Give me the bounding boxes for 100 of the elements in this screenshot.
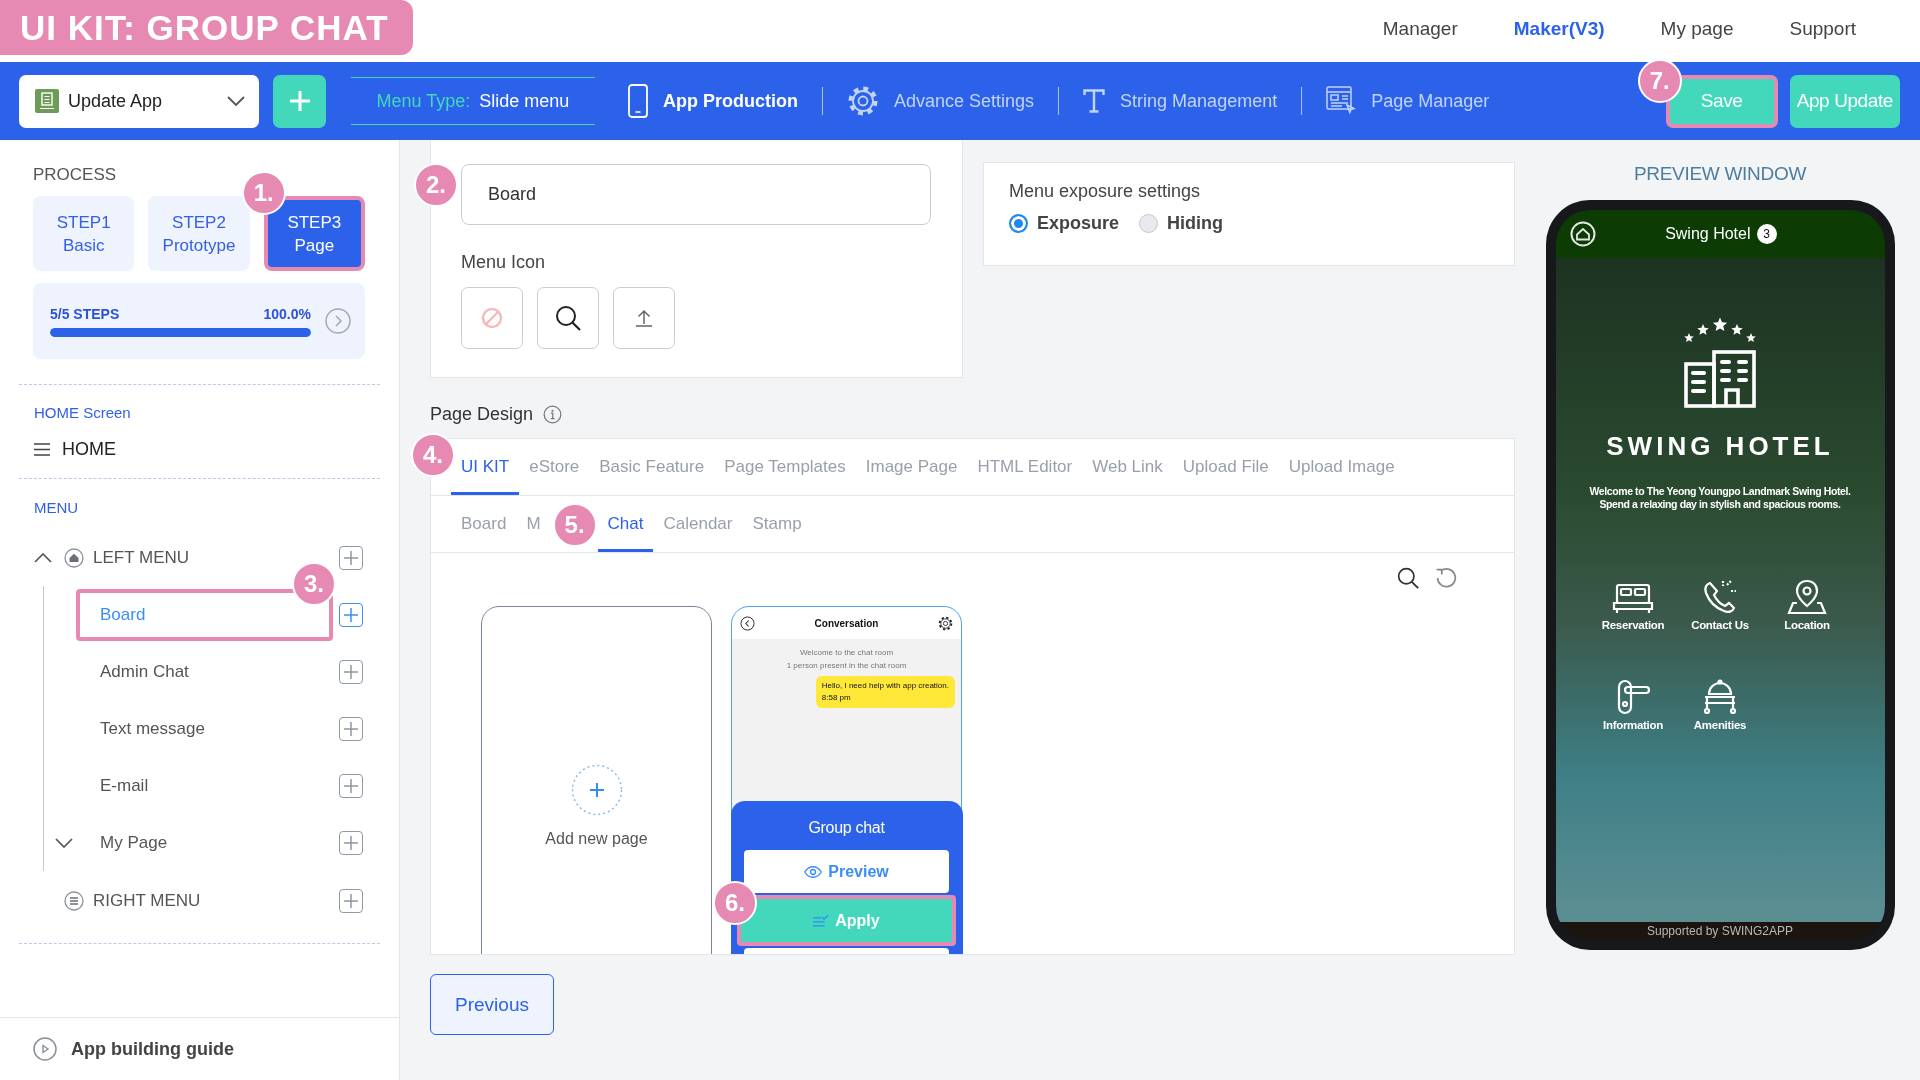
screen-title: Conversation <box>814 617 879 629</box>
nav-link[interactable]: Support <box>1789 18 1856 40</box>
add-button[interactable] <box>339 773 363 798</box>
menu-type-label: Menu Type: <box>376 90 471 112</box>
eye-icon <box>804 865 823 878</box>
chevron-circle-icon[interactable] <box>325 308 351 334</box>
tab[interactable]: Stamp <box>742 496 812 552</box>
menu-group-label[interactable]: RIGHT MENU <box>93 891 201 911</box>
add-page-card[interactable]: Add new page <box>481 606 712 954</box>
callout-badge: 4. <box>411 433 455 477</box>
chevron-down-icon[interactable] <box>55 837 73 848</box>
radio-option[interactable]: Hiding <box>1139 213 1224 234</box>
previous-button[interactable]: Previous <box>430 974 554 1035</box>
radio-option[interactable]: Exposure <box>1009 213 1120 234</box>
guide-link[interactable]: App building guide <box>71 1038 234 1060</box>
plus-icon <box>344 607 358 622</box>
add-button[interactable] <box>339 546 363 570</box>
add-button[interactable] <box>339 602 363 627</box>
tab[interactable]: Chat <box>597 496 654 552</box>
toolbar-tab[interactable]: String Management <box>1083 89 1278 113</box>
step-button[interactable]: STEP1 Basic <box>33 196 135 271</box>
prohibited-icon <box>481 307 503 329</box>
plus-icon <box>344 835 358 850</box>
menu-item[interactable]: Admin Chat <box>76 645 333 698</box>
callout-badge: 7. <box>1637 58 1682 103</box>
tab[interactable]: Page Templates <box>714 439 856 495</box>
search-icon <box>555 305 581 331</box>
plus-icon <box>344 551 358 565</box>
menu-type-value: Slide menu <box>479 90 570 112</box>
chevron-up-icon[interactable] <box>34 553 52 563</box>
menu-item[interactable]: HOME <box>34 437 116 461</box>
add-button[interactable] <box>339 659 363 684</box>
text-icon <box>1083 89 1106 113</box>
hotel-logo-icon <box>1682 316 1758 408</box>
preview-title: PREVIEW WINDOW <box>1633 162 1807 186</box>
menu-item[interactable]: Text message <box>76 702 333 755</box>
callout-badge: 1. <box>241 171 286 215</box>
tab[interactable]: Image Page <box>855 439 968 495</box>
tab[interactable]: Basic Feature <box>589 439 715 495</box>
notification-badge: 3 <box>1756 224 1777 244</box>
list-icon <box>64 891 84 911</box>
field-label: Menu exposure settings <box>1009 180 1201 203</box>
tab[interactable]: Upload Image <box>1278 439 1405 495</box>
nav-link[interactable]: My page <box>1660 18 1734 40</box>
plus-icon <box>344 778 358 793</box>
toolbar-tab[interactable]: App Production <box>628 84 798 118</box>
add-button[interactable] <box>339 889 363 913</box>
tab[interactable]: M <box>516 496 551 552</box>
tab[interactable]: eStore <box>519 439 590 495</box>
tab[interactable]: Calendar <box>653 496 743 552</box>
plus-icon <box>344 894 358 908</box>
refresh-icon[interactable] <box>1435 567 1457 589</box>
plus-icon <box>289 91 310 111</box>
app-select[interactable]: Update App <box>19 74 259 128</box>
nav-link[interactable]: Maker(V3) <box>1513 18 1605 40</box>
tab[interactable]: HTML Editor <box>967 439 1083 495</box>
progress-label: 5/5 STEPS <box>50 305 120 322</box>
add-button[interactable] <box>273 74 326 128</box>
app-icon <box>35 89 59 113</box>
menu-item[interactable]: E-mail <box>76 759 333 812</box>
app-title: Swing Hotel <box>1665 225 1751 243</box>
tab[interactable]: Board <box>451 496 517 552</box>
icon-option-button[interactable] <box>537 287 599 349</box>
toolbar-tab[interactable]: Page Manager <box>1326 86 1490 116</box>
callout-badge: 6. <box>713 881 757 925</box>
nav-link[interactable]: Manager <box>1382 18 1458 40</box>
menu-name-field[interactable]: Board <box>461 164 931 225</box>
menu-tile[interactable]: Amenities <box>1693 679 1747 731</box>
info-icon[interactable] <box>543 404 563 424</box>
hotel-name: SWING HOTEL <box>1606 431 1834 461</box>
chevron-down-icon <box>227 96 245 106</box>
title-banner: UI KIT: GROUP CHAT <box>0 0 413 55</box>
menu-tile[interactable]: Reservation <box>1601 579 1665 631</box>
menu-tile[interactable]: Contact Us <box>1691 579 1749 631</box>
system-message: Welcome to the chat room <box>799 647 894 659</box>
checklist-icon <box>813 914 830 927</box>
section-title: Page Design <box>430 403 534 426</box>
tab[interactable]: Web Link <box>1082 439 1173 495</box>
add-button[interactable] <box>339 716 363 741</box>
menu-group-label[interactable]: LEFT MENU <box>93 548 190 568</box>
upload-icon <box>636 309 652 327</box>
play-icon <box>33 1037 57 1061</box>
menu-item[interactable]: My Page <box>76 816 333 869</box>
search-icon[interactable] <box>1397 567 1419 589</box>
add-button[interactable] <box>339 830 363 855</box>
menu-tile[interactable]: Information <box>1603 679 1663 731</box>
menu-tile[interactable]: Location <box>1784 579 1830 631</box>
gear-icon <box>938 615 953 631</box>
plus-icon <box>344 721 358 736</box>
welcome-text: Spend a relaxing day in stylish and spacious rooms. <box>1599 498 1841 511</box>
callout-badge: 5. <box>552 503 597 547</box>
back-icon <box>740 615 755 631</box>
section-title: HOME Screen <box>34 403 131 423</box>
home-icon[interactable] <box>1569 221 1596 247</box>
step-button[interactable]: STEP2 Prototype <box>148 196 250 271</box>
tab[interactable]: Upload File <box>1172 439 1279 495</box>
toolbar-tab[interactable]: Advance Settings <box>847 85 1035 117</box>
template-name: Group chat <box>808 818 885 838</box>
preview-button[interactable]: Preview <box>744 850 949 893</box>
field-label: Menu Icon <box>461 251 546 274</box>
